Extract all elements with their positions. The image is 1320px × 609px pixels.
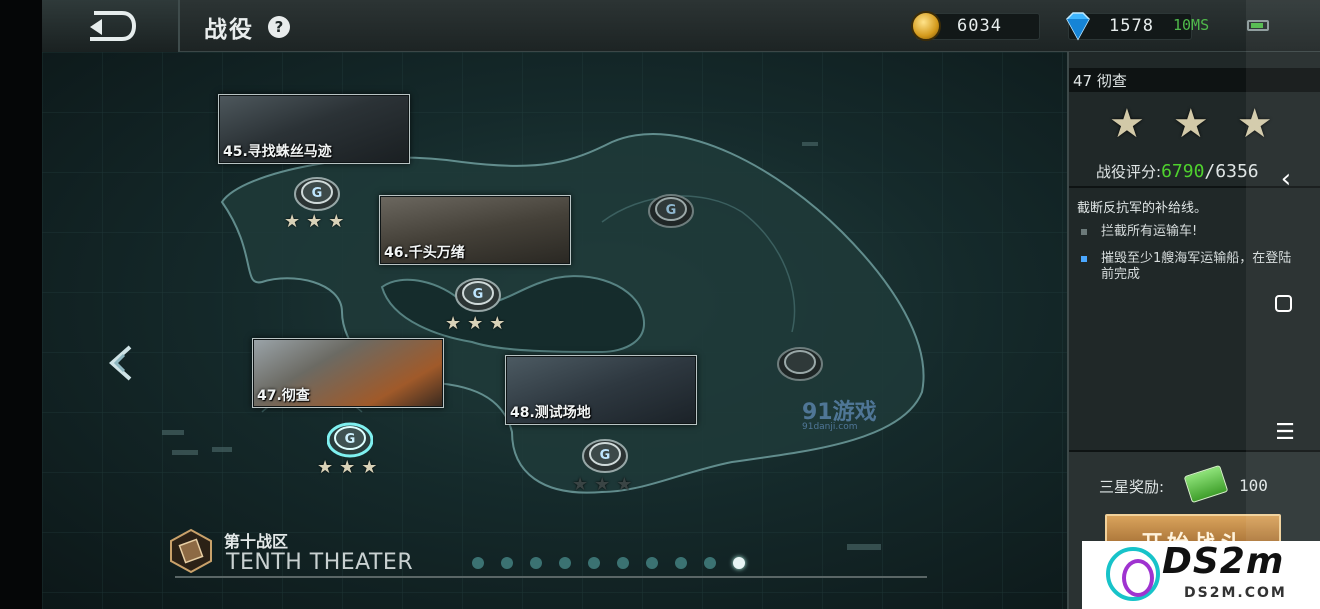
mission-title: 47 彻查: [1073, 72, 1127, 90]
mission-stars-48: ★ ★ ★: [572, 474, 633, 495]
system-menu-button[interactable]: ☰: [1248, 420, 1320, 445]
campaign-map: 91游戏 91danji.com 45.寻找蛛丝马迹 G ★ ★ ★ 46.千头万绪…: [42, 52, 1067, 609]
mission-card-47[interactable]: 47.彻查: [252, 338, 444, 408]
mission-stars-47: ★ ★ ★: [317, 457, 378, 478]
mission-stars-45: ★ ★ ★: [284, 211, 345, 232]
back-button[interactable]: [42, 0, 180, 52]
mission-node-46[interactable]: G: [455, 273, 501, 313]
mission-node-locked[interactable]: G: [648, 189, 694, 229]
score-value: 6790: [1161, 161, 1205, 182]
reward-label: 三星奖励:: [1099, 478, 1165, 496]
star-icon: ★: [1109, 101, 1145, 147]
page-dot[interactable]: [501, 557, 513, 569]
theater-divider: [175, 576, 927, 578]
star-icon: ★: [1172, 101, 1209, 147]
theater-page-dots: [472, 557, 745, 569]
mission-node-hidden[interactable]: [777, 342, 823, 382]
mission-node-45[interactable]: G: [294, 172, 340, 212]
page-dot[interactable]: [704, 557, 716, 569]
theater-emblem-icon: [168, 528, 214, 574]
page-dot[interactable]: [530, 557, 542, 569]
ds2m-watermark: DS2m DS2M.COM: [1082, 541, 1320, 609]
game-screen: 91游戏 91danji.com 45.寻找蛛丝马迹 G ★ ★ ★ 46.千头万绪…: [0, 0, 1320, 609]
page-dot[interactable]: [675, 557, 687, 569]
mission-description: 截断反抗军的补给线。: [1077, 201, 1208, 216]
system-home-button[interactable]: [1275, 295, 1292, 312]
campaign-score: 战役评分:6790/6356: [1096, 161, 1259, 182]
system-nav-bar: ‹ ☰: [1246, 0, 1320, 609]
diamond-icon: [1066, 12, 1090, 41]
ds2m-url: DS2M.COM: [1184, 585, 1287, 601]
island-outline: [42, 52, 1067, 609]
site-watermark: 91游戏 91danji.com: [802, 394, 877, 432]
svg-text:G: G: [312, 186, 323, 201]
help-icon[interactable]: ?: [268, 16, 290, 38]
page-title: 战役: [204, 17, 254, 43]
gold-coin-icon: [911, 11, 941, 41]
svg-text:G: G: [666, 203, 677, 218]
mission-label: 46.千头万绪: [384, 245, 465, 261]
objective-bullet: [1081, 229, 1087, 235]
mission-card-46[interactable]: 46.千头万绪: [379, 195, 571, 265]
page-dot[interactable]: [617, 557, 629, 569]
ticket-icon: [1183, 464, 1229, 504]
ds2m-logo-icon: [1106, 547, 1160, 601]
gem-value: 1578: [1109, 16, 1154, 36]
ds2m-title: DS2m: [1162, 541, 1285, 582]
score-separator: /: [1204, 161, 1216, 182]
system-back-button[interactable]: ‹: [1249, 164, 1320, 194]
back-icon: [90, 11, 136, 41]
mission-card-48[interactable]: 48.测试场地: [505, 355, 697, 425]
screen-edge: [0, 0, 42, 609]
svg-text:G: G: [345, 432, 356, 447]
gold-value: 6034: [957, 16, 1002, 36]
mission-label: 45.寻找蛛丝马迹: [223, 144, 332, 160]
objective-bullet: [1081, 256, 1087, 262]
top-bar: 战役 ? 6034 1578 10MS: [42, 0, 1320, 52]
page-dot[interactable]: [472, 557, 484, 569]
mission-node-48[interactable]: G: [582, 434, 628, 474]
theater-name-cn: 第十战区: [224, 532, 289, 551]
page-dot[interactable]: [646, 557, 658, 569]
mission-node-47-selected[interactable]: G: [326, 418, 374, 458]
mission-label: 48.测试场地: [510, 405, 591, 421]
prev-theater-arrow[interactable]: [104, 345, 134, 385]
theater-name-en: TENTH THEATER: [226, 550, 414, 575]
score-label: 战役评分:: [1096, 163, 1162, 181]
ping-indicator: 10MS: [1173, 16, 1210, 34]
svg-text:G: G: [600, 448, 611, 463]
mission-stars-46: ★ ★ ★: [445, 313, 506, 334]
page-dot[interactable]: [588, 557, 600, 569]
page-dot[interactable]: [559, 557, 571, 569]
gold-counter: 6034: [911, 11, 1040, 41]
mission-label: 47.彻查: [257, 388, 310, 404]
page-dot[interactable]: [733, 557, 745, 569]
mission-card-45[interactable]: 45.寻找蛛丝马迹: [218, 94, 410, 164]
svg-text:G: G: [473, 287, 484, 302]
